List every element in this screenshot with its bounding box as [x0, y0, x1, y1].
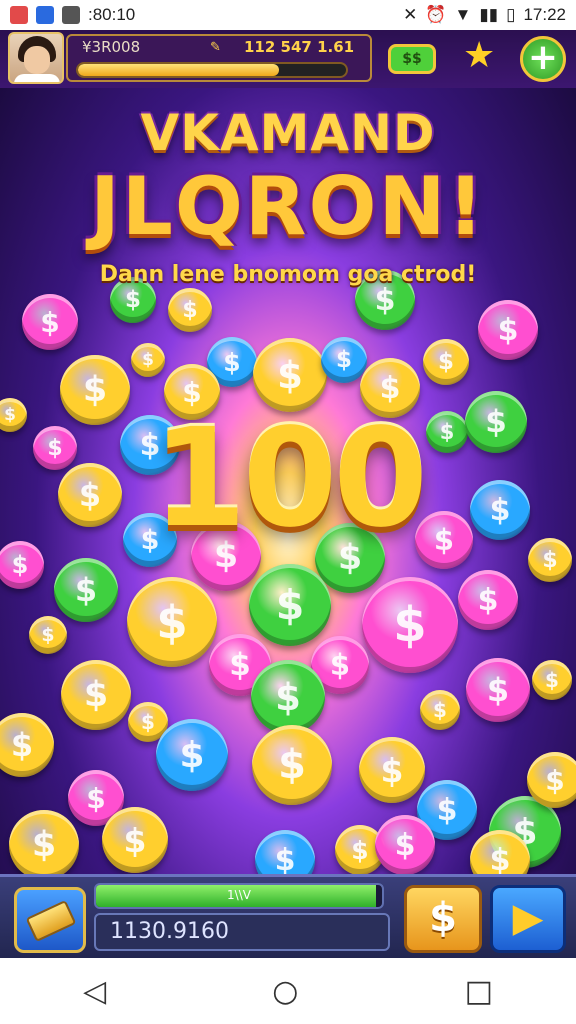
coin: $ [321, 337, 367, 383]
android-nav-bar: ◁ ○ □ [0, 958, 576, 1024]
title-subtitle: Dann lene bnomom goa ctrod! [99, 262, 477, 287]
app-icon [36, 6, 54, 24]
status-time-left: :80:10 [88, 5, 136, 24]
energy-meter-label: 1\\V [227, 888, 251, 902]
coin: $ [156, 719, 228, 791]
battery-icon: ▯ [506, 5, 516, 24]
play-icon: ▶ [512, 895, 544, 941]
coin: $ [359, 737, 425, 803]
play-button[interactable]: ▶ [490, 885, 566, 953]
xp-progress-bar [76, 62, 348, 78]
status-bar: :80:10 ✕ ⏰ ▼ ▮▮ ▯ 17:22 [0, 0, 576, 30]
title-line-1: VKAMAND [140, 104, 436, 162]
win-amount-display: 100 [152, 400, 428, 558]
add-currency-button[interactable]: + [520, 36, 566, 82]
coin: $ [127, 577, 217, 667]
mute-icon: ✕ [403, 5, 418, 24]
gold-bar-icon [25, 899, 77, 943]
coin: $ [251, 660, 325, 734]
coin: $ [168, 288, 212, 332]
coin: $ [102, 807, 168, 873]
coin: $ [527, 752, 576, 808]
coin: $ [466, 658, 530, 722]
gold-bar-button[interactable] [14, 887, 86, 953]
player-avatar[interactable] [8, 32, 64, 84]
coin: $ [252, 725, 332, 805]
coin: $ [532, 660, 572, 700]
coin: $ [375, 815, 435, 875]
recents-icon[interactable]: □ [465, 974, 493, 1009]
player-name: ¥3R008 [82, 38, 141, 56]
status-time-right: 17:22 [523, 5, 566, 24]
bottom-panel: 1\\V 1130.9160 $ ▶ [0, 874, 576, 958]
top-hud: ¥3R008 ✎ 112 547 1.61 $$ ★ + [0, 30, 576, 88]
mail-icon [62, 6, 80, 24]
back-icon[interactable]: ◁ [83, 974, 106, 1009]
balance-amount: 1130.9160 [94, 913, 390, 951]
edit-icon[interactable]: ✎ [210, 40, 221, 55]
signal-icon: ▮▮ [479, 5, 499, 24]
game-screen: $ $ $ $ $ $ $ $ $ $ $ $ $ $ $ $ $ $ $ $ $ $ $ $ $ $ $ $ $ $ $ $ $ $ $ $ $ $ $ $… [0, 0, 576, 1024]
coin: $ [423, 339, 469, 385]
xp-progress-fill [78, 64, 279, 76]
notification-icon [10, 6, 28, 24]
home-icon[interactable]: ○ [272, 974, 298, 1009]
energy-meter: 1\\V [94, 883, 384, 909]
coin: $ [61, 660, 131, 730]
coin: $ [249, 564, 331, 646]
player-info-bar: ¥3R008 ✎ 112 547 1.61 [66, 34, 372, 82]
alarm-icon: ⏰ [425, 5, 447, 24]
coin: $ [478, 300, 538, 360]
coin: $ [362, 577, 458, 673]
player-score: 112 547 1.61 [244, 38, 355, 56]
dollar-button[interactable]: $ [404, 885, 482, 953]
coin: $ [29, 616, 67, 654]
coin: $ [22, 294, 78, 350]
coin: $ [54, 558, 118, 622]
title-line-2: JLQRON! [90, 160, 486, 253]
coin: $ [458, 570, 518, 630]
coin: $ [0, 713, 54, 777]
coin: $ [9, 810, 79, 880]
coin: $ [131, 343, 165, 377]
star-icon[interactable]: ★ [463, 36, 495, 76]
cash-button[interactable]: $$ [388, 44, 436, 74]
wifi-icon: ▼ [454, 5, 472, 24]
coin: $ [420, 690, 460, 730]
